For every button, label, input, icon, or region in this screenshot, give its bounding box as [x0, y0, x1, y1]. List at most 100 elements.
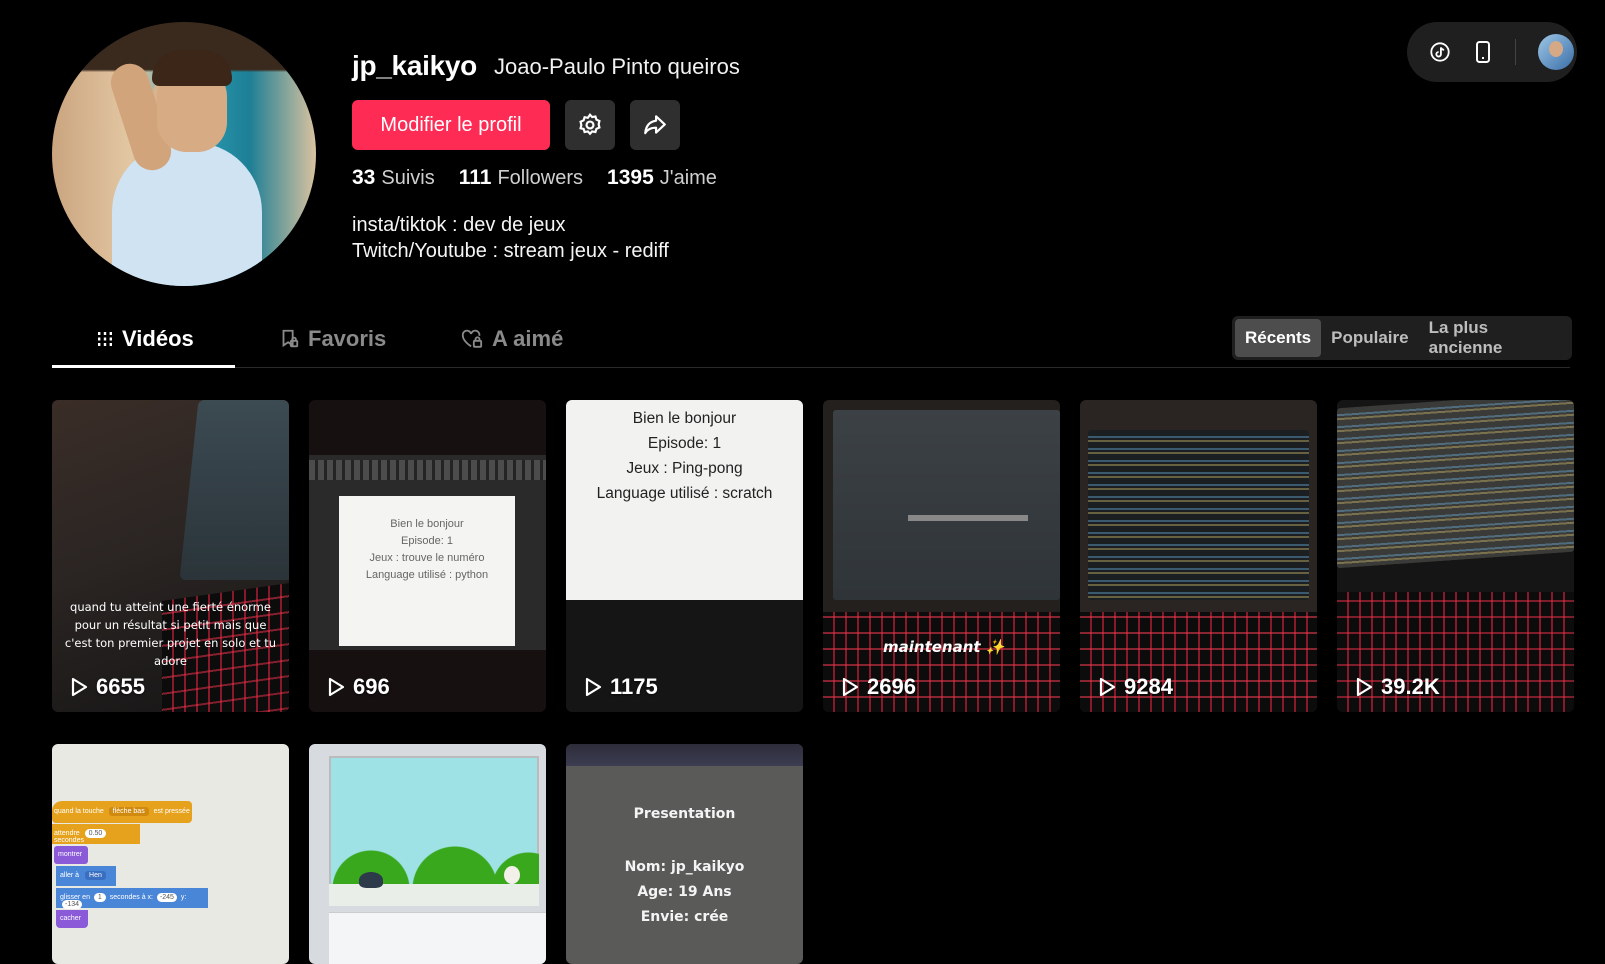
video-card[interactable]: maintenant ✨ 2696 [823, 400, 1060, 712]
followers-label: Followers [497, 167, 584, 189]
view-count: 1175 [610, 674, 658, 699]
presentation-line: Nom: jp_kaikyo [624, 859, 745, 875]
doc-line: Jeux : Ping-pong [626, 460, 743, 477]
block-text: quand la touche [54, 808, 104, 815]
followers-count: 111 [458, 166, 492, 189]
screen-toolbar [566, 744, 803, 766]
block-input: flèche bas [108, 807, 149, 816]
view-count: 2696 [867, 674, 916, 699]
video-card[interactable]: Presentation Nom: jp_kaikyo Age: 19 Ans … [566, 744, 803, 964]
doc-line: Bien le bonjour [390, 518, 464, 530]
block-text: y: [180, 894, 187, 901]
profile-username: jp_kaikyo [352, 50, 477, 81]
video-card[interactable]: Bien le bonjour Episode: 1 Jeux : Ping-p… [566, 400, 803, 712]
block-text: cacher [60, 915, 82, 922]
video-thumbnail-document: Bien le bonjour Episode: 1 Jeux : trouve… [339, 496, 515, 646]
video-card[interactable]: quand tu atteint une fierté énorme pour … [52, 400, 289, 712]
scratch-control-block: attendre 0.50 secondes [52, 824, 140, 844]
block-text: aller à [60, 872, 80, 879]
profile-avatar[interactable] [52, 22, 316, 286]
share-arrow-icon [644, 115, 666, 135]
profile-stats: 33 Suivis 111 Followers 1395 J'aime [352, 166, 717, 190]
video-views: 2696 [841, 674, 916, 700]
video-thumbnail-progressbar [908, 515, 1028, 521]
presentation-text: Presentation Nom: jp_kaikyo Age: 19 Ans … [566, 802, 803, 930]
video-thumbnail-document: Bien le bonjour Episode: 1 Jeux : Ping-p… [566, 400, 803, 600]
followers-stat[interactable]: 111 Followers [459, 166, 583, 190]
video-card[interactable]: quand la touche flèche bas est pressée a… [52, 744, 289, 964]
tab-liked-label: A aimé [492, 326, 564, 351]
avatar-shirt [112, 142, 262, 286]
user-avatar-menu[interactable] [1538, 34, 1574, 70]
presentation-line: Age: 19 Ans [637, 884, 732, 900]
block-input: -134 [62, 900, 83, 909]
bio-line: Twitch/Youtube : stream jeux - rediff [352, 240, 669, 262]
video-views: 696 [327, 674, 390, 700]
video-card[interactable]: 39.2K [1337, 400, 1574, 712]
video-thumbnail-phone [179, 400, 289, 580]
video-card[interactable]: 9284 [1080, 400, 1317, 712]
tab-liked[interactable]: A aimé [460, 326, 563, 352]
following-stat[interactable]: 33 Suivis [352, 166, 435, 190]
video-views: 6655 [70, 674, 145, 700]
doc-line: Language utilisé : python [365, 569, 489, 581]
play-icon [71, 677, 88, 697]
video-views: 1175 [584, 674, 658, 700]
block-text: attendre [54, 830, 80, 837]
game-ground [329, 884, 539, 906]
scratch-motion-block: aller à Hen [56, 866, 116, 886]
tab-videos[interactable]: Vidéos [96, 326, 194, 352]
block-input: Hen [85, 871, 106, 880]
view-count: 6655 [96, 674, 145, 699]
scratch-event-block: quand la touche flèche bas est pressée [52, 801, 192, 823]
view-count: 696 [353, 674, 390, 699]
gear-icon [579, 112, 601, 136]
presentation-line: Envie: crée [640, 909, 729, 925]
game-hedgehog [359, 872, 383, 888]
presentation-title: Presentation [633, 806, 736, 822]
profile-fullname: Joao-Paulo Pinto queiros [494, 54, 740, 79]
bookmark-lock-icon [282, 329, 299, 348]
share-profile-button[interactable] [630, 100, 680, 150]
scratch-looks-block: montrer [54, 846, 88, 864]
video-thumbnail-code-editor [1337, 400, 1574, 569]
grid-lines-icon [98, 332, 112, 346]
play-icon [585, 677, 602, 697]
block-input: 1 [93, 893, 106, 902]
sprite-panel [329, 912, 546, 964]
play-icon [1099, 677, 1116, 697]
block-text: montrer [58, 851, 83, 858]
divider [1515, 39, 1516, 65]
tab-favorites-label: Favoris [308, 326, 387, 351]
edit-profile-button[interactable]: Modifier le profil [352, 100, 550, 150]
tiktok-studio-icon[interactable] [1429, 41, 1451, 63]
following-count: 33 [352, 166, 376, 189]
video-card[interactable]: Bien le bonjour Episode: 1 Jeux : trouve… [309, 400, 546, 712]
sort-popular[interactable]: Populaire [1321, 319, 1418, 357]
likes-count: 1395 [607, 166, 654, 189]
video-card[interactable] [309, 744, 546, 964]
sort-recent[interactable]: Récents [1235, 319, 1322, 357]
scratch-looks-block: cacher [56, 910, 88, 928]
sort-oldest[interactable]: La plus ancienne [1419, 318, 1569, 357]
doc-line: Language utilisé : scratch [596, 485, 773, 502]
active-tab-indicator [52, 365, 235, 368]
video-thumbnail-screen [833, 410, 1060, 600]
video-thumbnail-toolbar [309, 460, 546, 480]
avatar-hair [152, 50, 232, 86]
block-text: secondes à x: [109, 894, 153, 901]
heart-lock-icon [461, 329, 483, 348]
mobile-app-icon[interactable] [1473, 40, 1493, 64]
video-thumbnail-code-editor [1088, 430, 1309, 600]
settings-button[interactable] [565, 100, 615, 150]
video-views: 9284 [1098, 674, 1173, 700]
game-chicken [504, 866, 520, 884]
view-count: 39.2K [1381, 674, 1440, 699]
block-text: secondes [54, 837, 84, 844]
block-input: -245 [156, 893, 177, 902]
tab-favorites[interactable]: Favoris [278, 326, 386, 352]
video-views: 39.2K [1355, 674, 1440, 700]
play-icon [328, 677, 345, 697]
doc-line: Jeux : trouve le numéro [369, 552, 485, 564]
block-text: est pressée [153, 808, 190, 815]
